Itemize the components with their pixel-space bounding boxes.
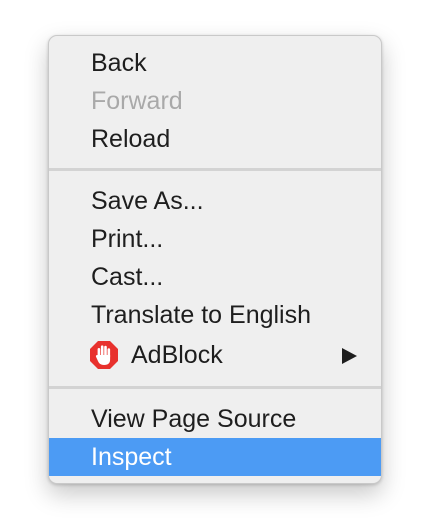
menu-item-save-as[interactable]: Save As... xyxy=(49,182,381,220)
menu-item-label: Translate to English xyxy=(91,301,312,329)
menu-item-print[interactable]: Print... xyxy=(49,220,381,258)
menu-item-label: Save As... xyxy=(91,187,204,215)
menu-item-inspect[interactable]: Inspect xyxy=(49,438,381,476)
menu-item-reload[interactable]: Reload xyxy=(49,120,381,158)
menu-item-label: Cast... xyxy=(91,263,164,291)
menu-item-label: Back xyxy=(91,49,147,77)
menu-item-label: AdBlock xyxy=(131,341,223,369)
menu-item-adblock[interactable]: AdBlock xyxy=(49,336,381,374)
menu-item-label: View Page Source xyxy=(91,405,297,433)
menu-separator xyxy=(49,168,381,171)
menu-item-label: Print... xyxy=(91,225,164,253)
submenu-arrow-icon xyxy=(342,348,357,364)
menu-item-translate[interactable]: Translate to English xyxy=(49,296,381,334)
menu-separator xyxy=(49,386,381,389)
menu-item-label: Forward xyxy=(91,87,183,115)
context-menu: Back Forward Reload Save As... Print... … xyxy=(48,35,382,484)
menu-item-forward: Forward xyxy=(49,82,381,120)
menu-item-back[interactable]: Back xyxy=(49,44,381,82)
menu-item-view-page-source[interactable]: View Page Source xyxy=(49,400,381,438)
adblock-hand-icon xyxy=(90,341,118,369)
menu-item-cast[interactable]: Cast... xyxy=(49,258,381,296)
menu-item-label: Inspect xyxy=(91,443,172,471)
menu-item-label: Reload xyxy=(91,125,171,153)
